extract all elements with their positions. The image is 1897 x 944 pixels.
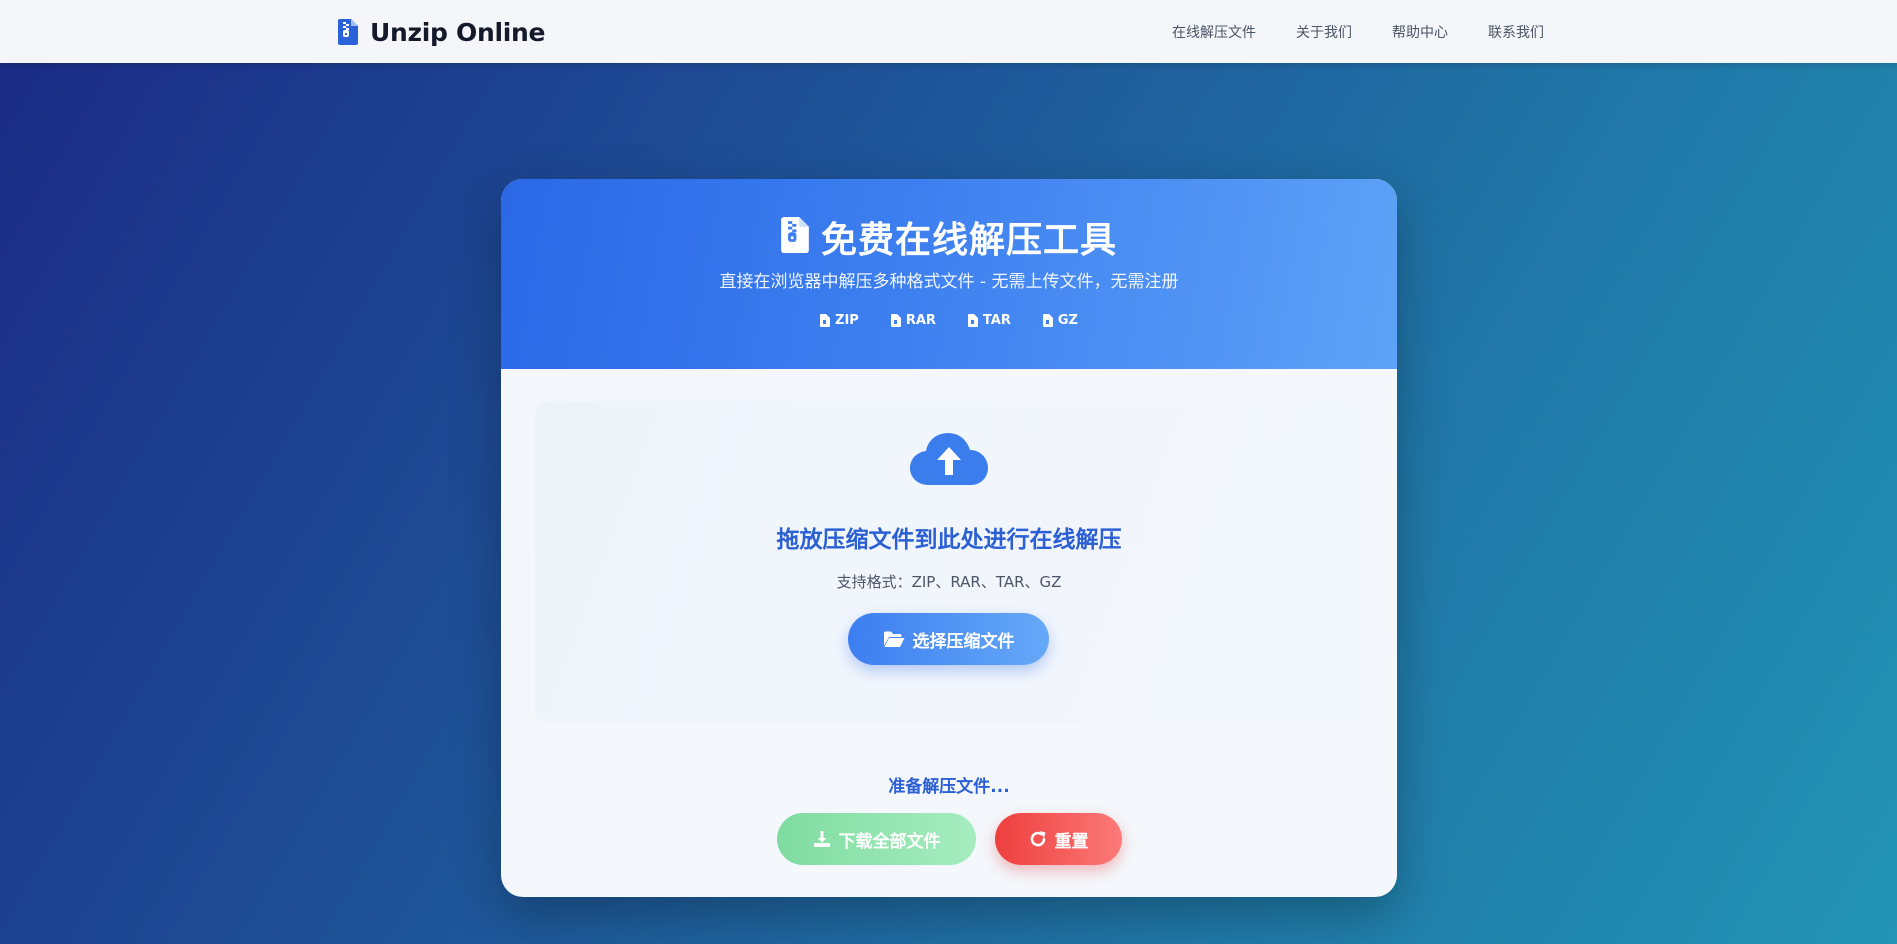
redo-icon	[1030, 831, 1045, 847]
drop-zone-title: 拖放压缩文件到此处进行在线解压	[776, 527, 1122, 553]
supported-formats-text: 支持格式：ZIP、RAR、TAR、GZ	[836, 573, 1062, 591]
format-tag-zip: ZIP	[820, 313, 859, 328]
nav-link-unzip[interactable]: 在线解压文件	[1172, 22, 1256, 42]
format-tag-label: ZIP	[835, 313, 859, 328]
format-tag-rar: RAR	[890, 313, 936, 328]
brand-logo[interactable]: Unzip Online	[338, 15, 545, 49]
unzip-card: 免费在线解压工具 直接在浏览器中解压多种格式文件 - 无需上传文件，无需注册 Z…	[501, 179, 1397, 897]
format-tag-gz: GZ	[1042, 313, 1078, 328]
nav-links: 在线解压文件 关于我们 帮助中心 联系我们	[1172, 22, 1544, 42]
zip-file-icon	[338, 19, 358, 45]
file-icon	[1042, 314, 1053, 327]
nav-link-help[interactable]: 帮助中心	[1392, 22, 1448, 42]
nav-link-contact[interactable]: 联系我们	[1488, 22, 1544, 42]
zip-file-icon	[781, 217, 809, 257]
format-tag-label: RAR	[905, 313, 936, 328]
reset-button[interactable]: 重置	[995, 813, 1122, 865]
brand-name: Unzip Online	[370, 17, 546, 47]
reset-label: 重置	[1054, 831, 1089, 851]
page-subtitle: 直接在浏览器中解压多种格式文件 - 无需上传文件，无需注册	[719, 272, 1179, 292]
select-archive-button[interactable]: 选择压缩文件	[848, 613, 1049, 665]
download-all-label: 下载全部文件	[838, 831, 941, 851]
card-title-row: 免费在线解压工具	[501, 211, 1397, 263]
file-icon	[967, 314, 978, 327]
format-tag-tar: TAR	[967, 313, 1011, 328]
file-icon	[890, 314, 901, 327]
select-archive-label: 选择压缩文件	[912, 631, 1015, 651]
format-tags: ZIP RAR TAR GZ	[501, 313, 1397, 328]
card-header: 免费在线解压工具 直接在浏览器中解压多种格式文件 - 无需上传文件，无需注册 Z…	[501, 179, 1397, 369]
file-drop-zone[interactable]: 拖放压缩文件到此处进行在线解压 支持格式：ZIP、RAR、TAR、GZ 选择压缩…	[535, 401, 1363, 723]
cloud-upload-icon	[909, 431, 989, 491]
folder-open-icon	[883, 631, 904, 647]
page-title: 免费在线解压工具	[820, 220, 1117, 261]
status-text: 准备解压文件...	[888, 777, 1010, 797]
nav-link-about[interactable]: 关于我们	[1296, 22, 1352, 42]
download-all-button[interactable]: 下载全部文件	[777, 813, 976, 865]
top-navbar: Unzip Online 在线解压文件 关于我们 帮助中心 联系我们	[0, 0, 1897, 63]
download-icon	[813, 831, 830, 847]
file-icon	[820, 314, 831, 327]
format-tag-label: TAR	[982, 313, 1011, 328]
format-tag-label: GZ	[1057, 313, 1078, 328]
